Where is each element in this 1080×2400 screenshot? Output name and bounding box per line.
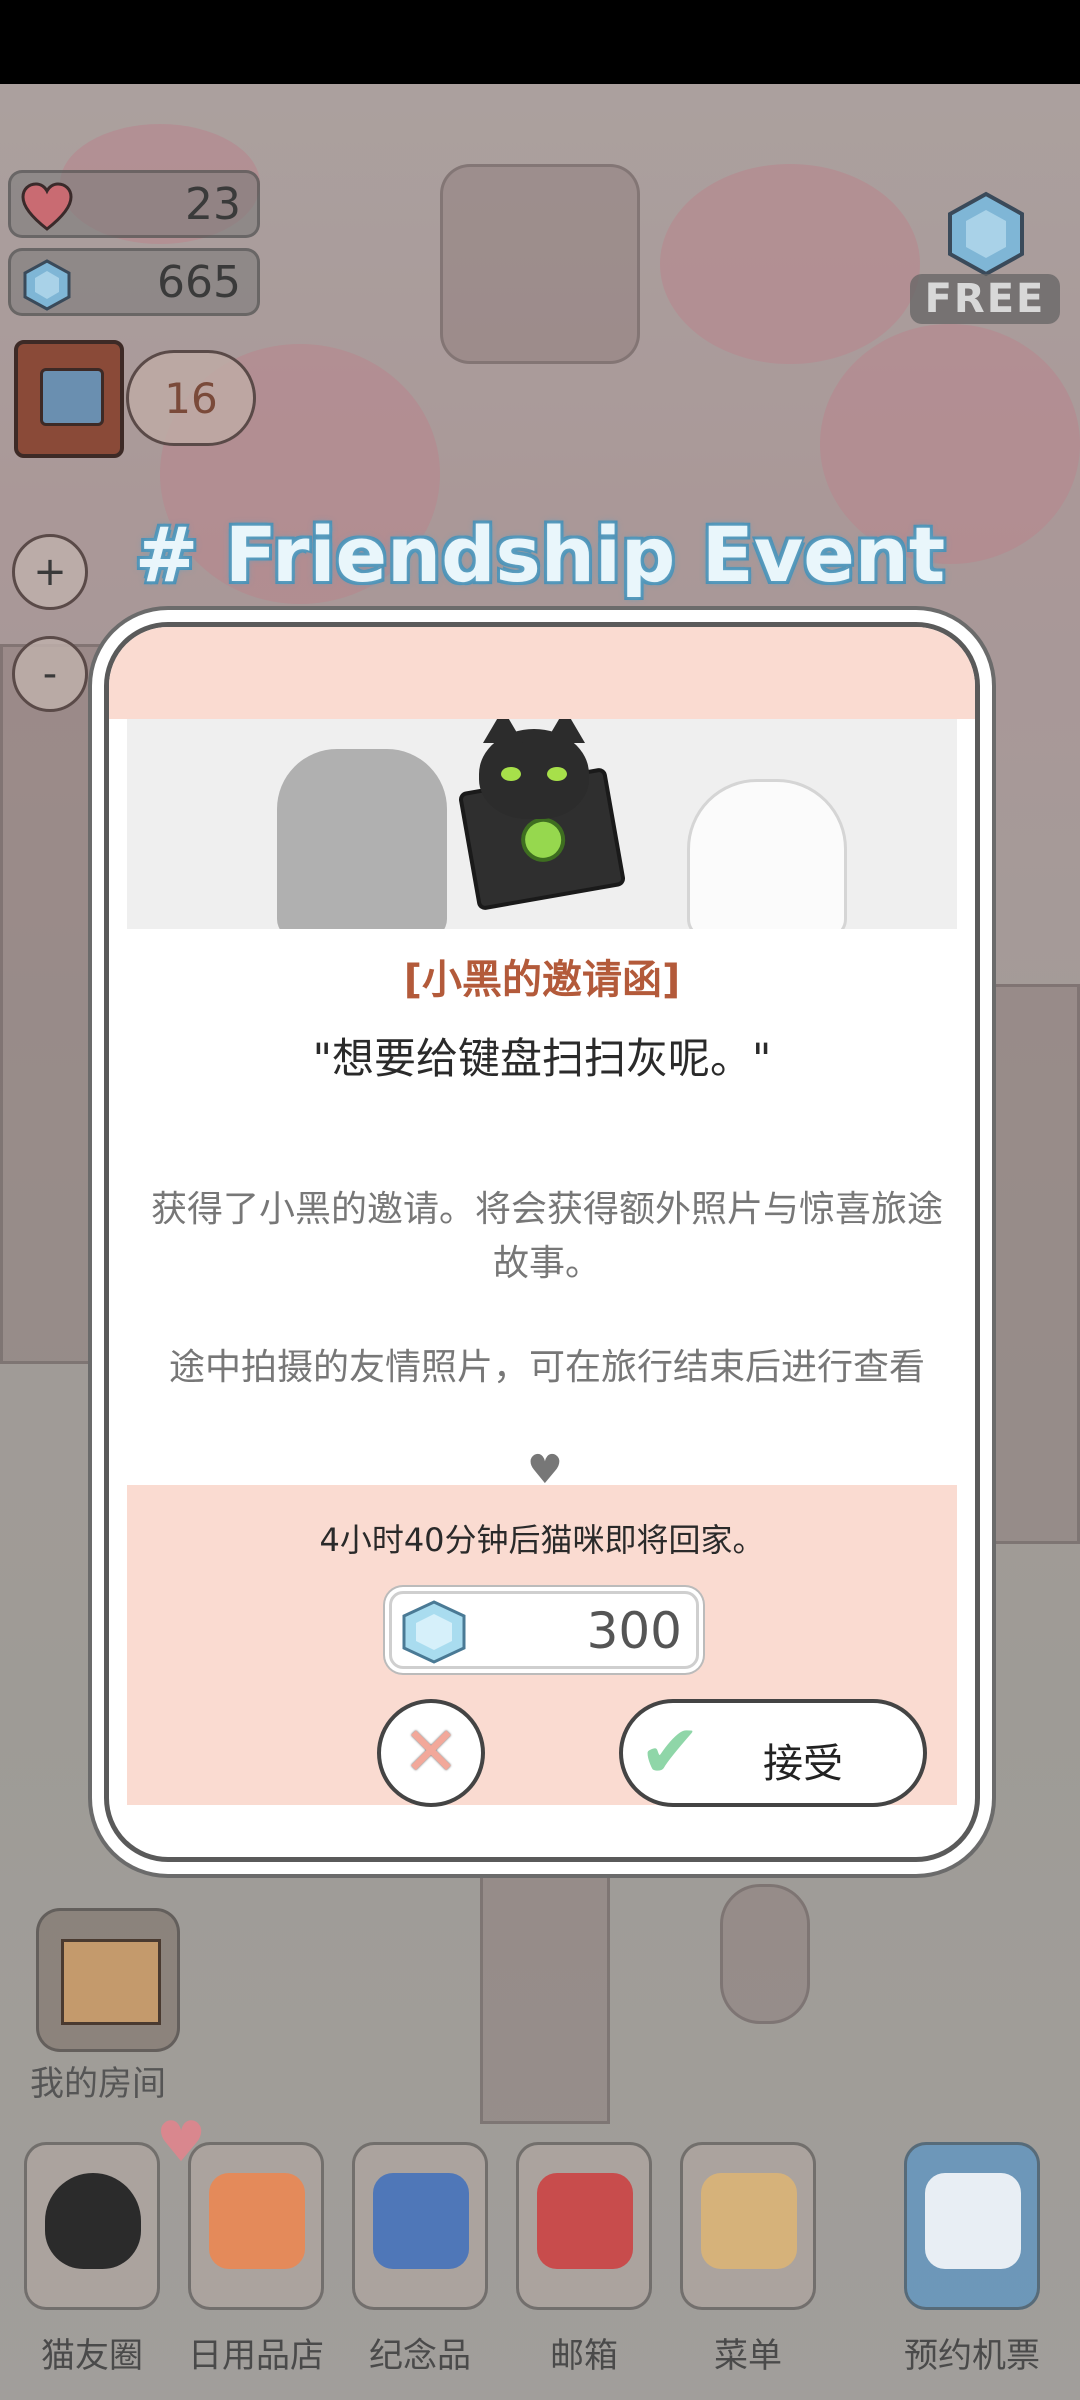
mailbox-icon bbox=[537, 2173, 633, 2269]
cat-quote: "想要给键盘扫扫灰呢。" bbox=[312, 1034, 772, 1083]
nav-mailbox[interactable]: 邮箱 bbox=[508, 2130, 660, 2376]
nav-label: 日用品店 bbox=[188, 2336, 324, 2376]
invitation-dialog: [小黑的邀请函] "想要给键盘扫扫灰呢。" 获得了小黑的邀请。将会获得额外照片与… bbox=[104, 622, 980, 1862]
book-badge: 16 bbox=[126, 350, 256, 446]
cat-book-button[interactable] bbox=[14, 340, 124, 458]
free-gems-button[interactable]: FREE bbox=[910, 190, 1060, 324]
shop-icon bbox=[209, 2173, 305, 2269]
nav-book-flight[interactable]: 预约机票 bbox=[896, 2130, 1048, 2376]
dialog-footer: 4小时40分钟后猫咪即将回家。 300 ✕ ✔ 接受 bbox=[127, 1485, 957, 1807]
checkmark-icon: ✔ bbox=[639, 1709, 702, 1795]
folder-icon bbox=[701, 2173, 797, 2269]
nav-label: 猫友圈 bbox=[41, 2336, 143, 2376]
decline-button[interactable]: ✕ bbox=[377, 1699, 485, 1807]
room-icon bbox=[61, 1939, 161, 2025]
free-label: FREE bbox=[910, 274, 1060, 324]
gems-counter: 665 bbox=[8, 248, 260, 316]
white-cat-illustration bbox=[687, 779, 847, 929]
invitation-description: 获得了小黑的邀请。将会获得额外照片与惊喜旅途故事。 bbox=[150, 1189, 943, 1284]
nav-label: 菜单 bbox=[714, 2336, 782, 2376]
nav-cat-friends[interactable]: 猫友圈 bbox=[16, 2130, 168, 2376]
dialog-header-band bbox=[109, 627, 975, 719]
invitation-title: [小黑的邀请函] bbox=[403, 957, 681, 1003]
accept-button[interactable]: ✔ 接受 bbox=[619, 1699, 927, 1807]
my-room-label: 我的房间 bbox=[30, 2064, 166, 2104]
plane-icon bbox=[925, 2173, 1021, 2269]
black-cat-illustration bbox=[277, 749, 447, 929]
return-time-text: 4小时40分钟后猫咪即将回家。 bbox=[319, 1521, 765, 1559]
paw-seal-icon bbox=[517, 814, 569, 866]
black-cat-head-icon bbox=[479, 719, 589, 819]
accept-label: 接受 bbox=[763, 1741, 843, 1787]
nav-label: 纪念品 bbox=[369, 2336, 471, 2376]
my-room-button[interactable] bbox=[36, 1908, 180, 2052]
notification-heart-icon: ♥ bbox=[156, 2110, 207, 2175]
heart-icon bbox=[19, 179, 75, 235]
gem-icon bbox=[942, 190, 1030, 278]
status-bar bbox=[0, 0, 1080, 84]
gem-icon bbox=[19, 257, 75, 313]
gem-cost-value: 300 bbox=[586, 1602, 682, 1660]
invitation-banner-image bbox=[127, 719, 957, 929]
cat-icon bbox=[45, 2173, 141, 2269]
nav-souvenirs[interactable]: 纪念品 bbox=[344, 2130, 496, 2376]
nav-label: 邮箱 bbox=[550, 2336, 618, 2376]
nav-label: 预约机票 bbox=[904, 2336, 1040, 2376]
gem-cost: 300 bbox=[389, 1591, 699, 1669]
nav-menu[interactable]: 菜单 bbox=[672, 2130, 824, 2376]
box-icon bbox=[373, 2173, 469, 2269]
event-title: # Friendship Event bbox=[134, 510, 946, 599]
photo-description: 途中拍摄的友情照片，可在旅行结束后进行查看 bbox=[168, 1347, 925, 1388]
close-icon: ✕ bbox=[402, 1713, 460, 1792]
hearts-value: 23 bbox=[185, 178, 241, 230]
hearts-counter: 23 bbox=[8, 170, 260, 238]
gems-value: 665 bbox=[157, 256, 241, 308]
zoom-out-button[interactable]: - bbox=[12, 636, 88, 712]
gem-icon bbox=[398, 1598, 470, 1666]
